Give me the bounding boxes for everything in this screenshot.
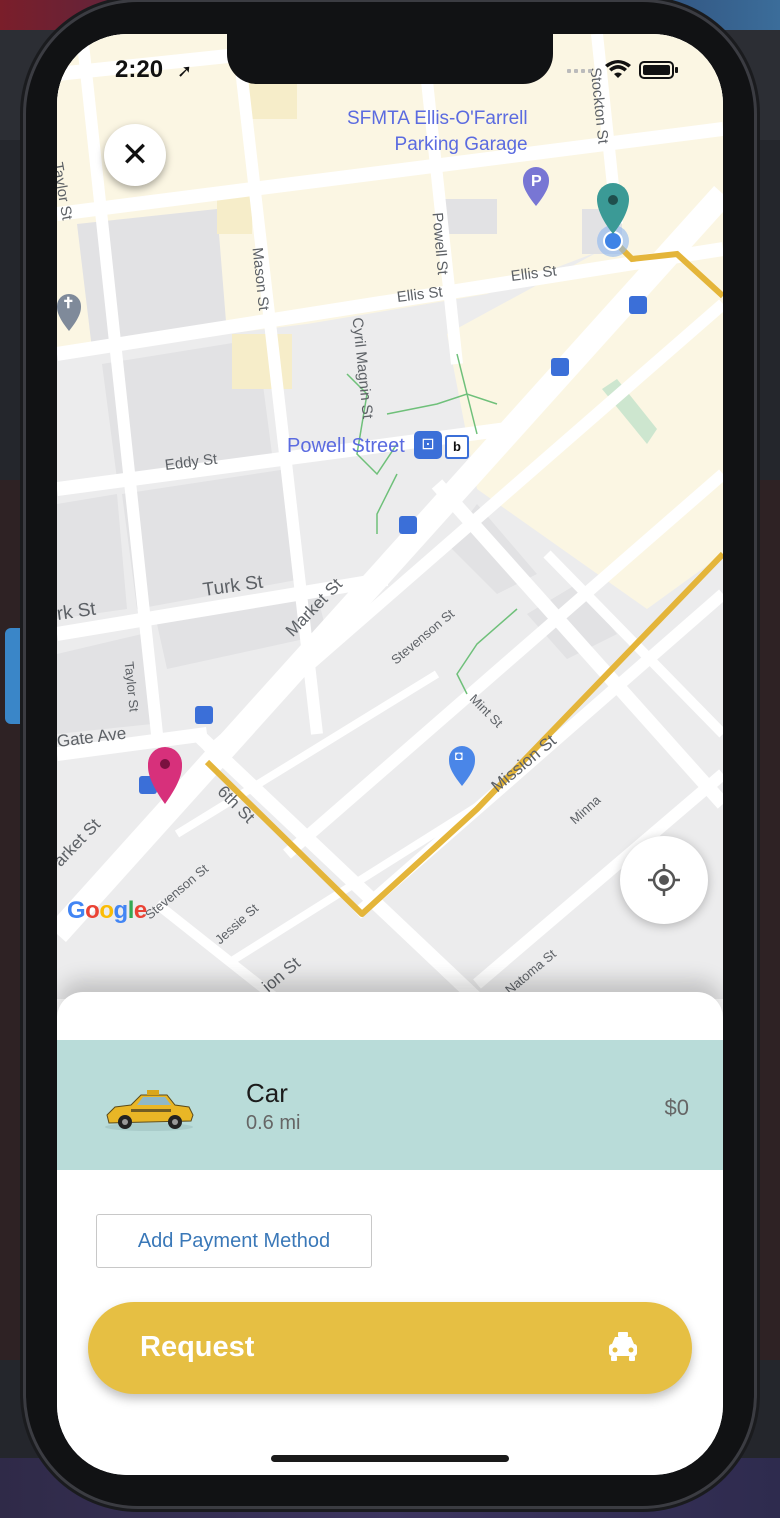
poi-name-line1: SFMTA Ellis-O'Farrell	[347, 108, 528, 129]
parking-icon: P	[531, 173, 542, 190]
my-location-button[interactable]	[620, 836, 708, 924]
close-icon: ✕	[120, 136, 150, 174]
request-label: Request	[140, 1331, 255, 1363]
home-indicator[interactable]	[271, 1455, 509, 1462]
taxi-icon	[609, 1332, 637, 1361]
tram-icon: ⊡	[414, 431, 442, 459]
close-button[interactable]: ✕	[104, 124, 166, 186]
phone-screen: 2:20 ➚ Taylor St Mason St Powell St Stoc…	[57, 34, 723, 1475]
map-canvas	[57, 34, 723, 999]
shopping-bag-icon: ◘	[455, 748, 463, 763]
status-time: 2:20	[115, 56, 164, 83]
crosshair-icon	[648, 864, 680, 896]
ride-sheet: Car 0.6 mi $0 Add Payment Method Request	[57, 992, 723, 1475]
notch	[227, 34, 553, 84]
google-logo: Google	[67, 897, 147, 924]
battery-icon	[639, 61, 678, 79]
request-button[interactable]: Request	[88, 1302, 692, 1394]
signal-icon	[567, 69, 592, 73]
ride-name: Car	[246, 1078, 288, 1108]
add-payment-method-button[interactable]: Add Payment Method	[96, 1214, 372, 1268]
desktop-blue-tab	[5, 628, 27, 724]
poi-label[interactable]: SFMTA Ellis-O'Farrell Parking Garage	[347, 106, 528, 158]
map-view[interactable]: Taylor St Mason St Powell St Stockton St…	[57, 34, 723, 999]
church-icon: ✝	[62, 295, 75, 312]
ride-option-car[interactable]: Car 0.6 mi $0	[57, 1040, 723, 1170]
location-arrow-icon: ➚	[177, 61, 193, 81]
bart-icon: b	[445, 435, 469, 459]
taxi-car-image	[105, 1090, 194, 1131]
station-icons: ⊡ b	[414, 431, 469, 459]
ride-distance: 0.6 mi	[246, 1112, 301, 1134]
poi-name-line2: Parking Garage	[394, 134, 528, 155]
ride-price: $0	[664, 1095, 689, 1120]
wifi-icon	[605, 60, 631, 78]
status-icons	[567, 60, 679, 80]
station-label[interactable]: Powell Street	[287, 433, 405, 459]
